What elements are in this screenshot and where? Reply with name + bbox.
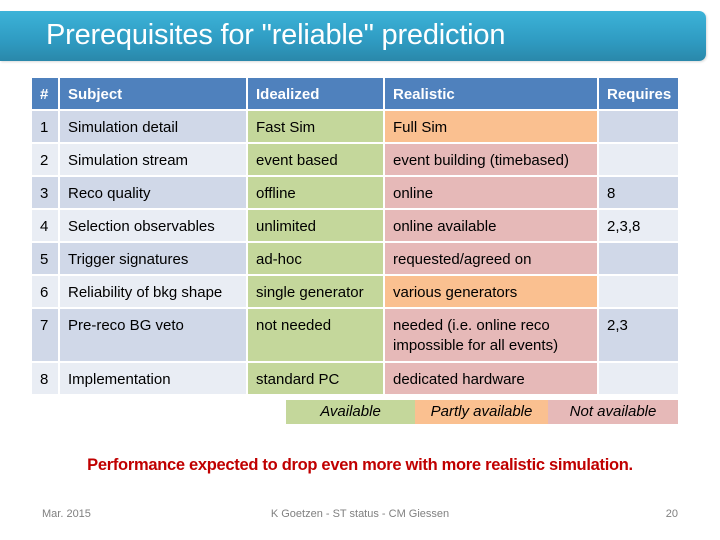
row-num: 2 <box>32 144 58 175</box>
header-requires: Requires <box>599 78 678 109</box>
row-idealized: offline <box>248 177 383 208</box>
row-realistic: online <box>385 177 597 208</box>
row-requires <box>599 243 678 274</box>
row-num: 5 <box>32 243 58 274</box>
row-num: 7 <box>32 309 58 361</box>
row-num: 3 <box>32 177 58 208</box>
row-num: 8 <box>32 363 58 394</box>
row-num: 6 <box>32 276 58 307</box>
header-idealized: Idealized <box>248 78 383 109</box>
row-idealized: event based <box>248 144 383 175</box>
row-subject: Simulation detail <box>60 111 246 142</box>
header-realistic: Realistic <box>385 78 597 109</box>
row-realistic: needed (i.e. online reco impossible for … <box>385 309 597 361</box>
row-idealized: standard PC <box>248 363 383 394</box>
row-realistic: dedicated hardware <box>385 363 597 394</box>
row-realistic: various generators <box>385 276 597 307</box>
performance-note: Performance expected to drop even more w… <box>87 456 633 474</box>
table-row: 5 Trigger signatures ad-hoc requested/ag… <box>32 243 678 274</box>
table-row: 1 Simulation detail Fast Sim Full Sim <box>32 111 678 142</box>
table-row: 4 Selection observables unlimited online… <box>32 210 678 241</box>
row-idealized: unlimited <box>248 210 383 241</box>
title-bar: Prerequisites for "reliable" prediction <box>0 11 706 61</box>
slide-title: Prerequisites for "reliable" prediction <box>46 19 506 51</box>
row-realistic: online available <box>385 210 597 241</box>
header-num: # <box>32 78 58 109</box>
table-row: 7 Pre-reco BG veto not needed needed (i.… <box>32 309 678 361</box>
row-subject: Reco quality <box>60 177 246 208</box>
table-row: 3 Reco quality offline online 8 <box>32 177 678 208</box>
row-requires: 2,3 <box>599 309 678 361</box>
row-requires: 8 <box>599 177 678 208</box>
availability-legend: Available Partly available Not available <box>286 400 678 424</box>
row-subject: Trigger signatures <box>60 243 246 274</box>
row-idealized: single generator <box>248 276 383 307</box>
legend-partly-available: Partly available <box>415 400 548 424</box>
table-header-row: # Subject Idealized Realistic Requires <box>32 78 678 109</box>
row-requires: 2,3,8 <box>599 210 678 241</box>
row-realistic: event building (timebased) <box>385 144 597 175</box>
footer-center: K Goetzen - ST status - CM Giessen <box>270 508 450 520</box>
row-subject: Reliability of bkg shape <box>60 276 246 307</box>
row-requires <box>599 111 678 142</box>
row-realistic: requested/agreed on <box>385 243 597 274</box>
row-idealized: Fast Sim <box>248 111 383 142</box>
row-subject: Implementation <box>60 363 246 394</box>
page-number: 20 <box>665 508 678 520</box>
table-row: 6 Reliability of bkg shape single genera… <box>32 276 678 307</box>
row-subject: Selection observables <box>60 210 246 241</box>
legend-not-available: Not available <box>548 400 678 424</box>
row-requires <box>599 144 678 175</box>
legend-available: Available <box>286 400 415 424</box>
row-requires <box>599 363 678 394</box>
table-row: 8 Implementation standard PC dedicated h… <box>32 363 678 394</box>
row-num: 4 <box>32 210 58 241</box>
table-row: 2 Simulation stream event based event bu… <box>32 144 678 175</box>
row-requires <box>599 276 678 307</box>
row-num: 1 <box>32 111 58 142</box>
header-subject: Subject <box>60 78 246 109</box>
row-idealized: ad-hoc <box>248 243 383 274</box>
row-subject: Simulation stream <box>60 144 246 175</box>
row-idealized: not needed <box>248 309 383 361</box>
row-subject: Pre-reco BG veto <box>60 309 246 361</box>
row-realistic: Full Sim <box>385 111 597 142</box>
